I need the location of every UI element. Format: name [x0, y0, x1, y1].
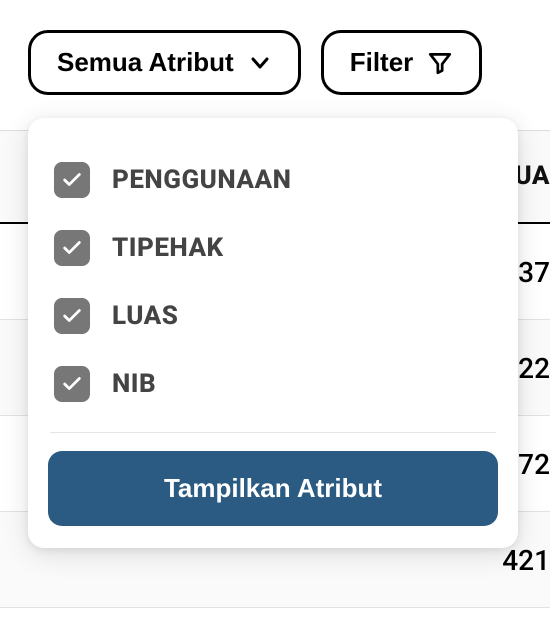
attributes-dropdown-panel: PENGGUNAAN TIPEHAK LUAS NIB Tampilkan At…	[28, 118, 518, 548]
attribute-option-penggunaan[interactable]: PENGGUNAAN	[48, 146, 498, 214]
attribute-option-label: TIPEHAK	[112, 233, 224, 263]
filter-button[interactable]: Filter	[321, 30, 483, 95]
chevron-down-icon	[248, 51, 272, 75]
attribute-option-label: LUAS	[112, 301, 178, 331]
attribute-option-tipehak[interactable]: TIPEHAK	[48, 214, 498, 282]
cell-value: 421	[502, 544, 550, 577]
checkbox-checked[interactable]	[54, 230, 90, 266]
dropdown-divider	[50, 432, 496, 433]
attribute-option-luas[interactable]: LUAS	[48, 282, 498, 350]
check-icon	[61, 169, 83, 191]
filter-button-label: Filter	[350, 47, 414, 78]
attribute-option-nib[interactable]: NIB	[48, 350, 498, 418]
check-icon	[61, 373, 83, 395]
attributes-dropdown-button[interactable]: Semua Atribut	[28, 30, 301, 95]
check-icon	[61, 305, 83, 327]
attribute-option-label: PENGGUNAAN	[112, 165, 291, 195]
toolbar: Semua Atribut Filter	[0, 0, 550, 113]
attributes-button-label: Semua Atribut	[57, 47, 234, 78]
column-header-fragment: UA	[514, 161, 550, 191]
attribute-option-label: NIB	[112, 369, 156, 399]
checkbox-checked[interactable]	[54, 366, 90, 402]
checkbox-checked[interactable]	[54, 298, 90, 334]
cell-value: 72	[518, 448, 550, 481]
checkbox-checked[interactable]	[54, 162, 90, 198]
apply-attributes-button[interactable]: Tampilkan Atribut	[48, 451, 498, 526]
cell-value: 22	[518, 352, 550, 385]
check-icon	[61, 237, 83, 259]
funnel-icon	[427, 50, 453, 76]
cell-value: 37	[518, 256, 550, 289]
